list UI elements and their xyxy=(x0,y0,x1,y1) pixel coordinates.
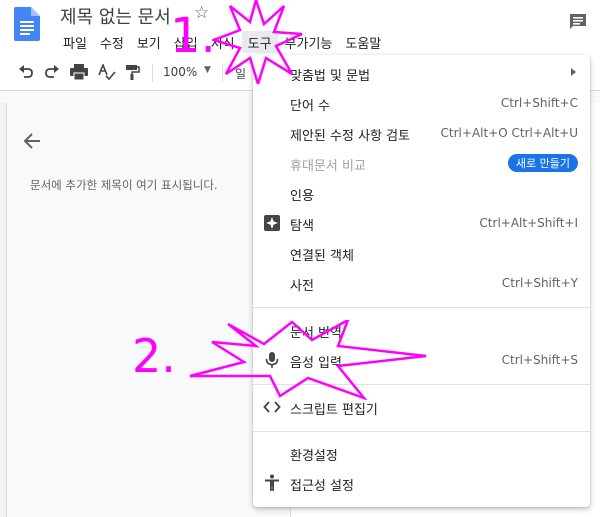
code-icon xyxy=(263,401,281,413)
document-title[interactable]: 제목 없는 문서 xyxy=(60,3,171,29)
menu-item-label: 단어 수 xyxy=(290,99,331,114)
menu-divider xyxy=(253,431,590,432)
google-docs-icon[interactable] xyxy=(14,7,40,41)
menu-item-label: 인용 xyxy=(290,189,314,204)
shortcut-text: Ctrl+Shift+Y xyxy=(501,276,578,290)
explore-icon xyxy=(264,215,280,231)
comment-icon[interactable] xyxy=(568,12,588,32)
menu-item-explore[interactable]: 탐색 Ctrl+Alt+Shift+I xyxy=(253,209,590,237)
accessibility-icon xyxy=(265,474,279,491)
submenu-arrow-icon xyxy=(571,68,576,76)
menu-item-review-suggestions[interactable]: 제안된 수정 사항 검토 Ctrl+Alt+O Ctrl+Alt+U xyxy=(253,119,590,147)
menu-item-label: 스크립트 편집기 xyxy=(290,403,378,418)
paint-format-icon[interactable] xyxy=(124,64,140,80)
menu-item-label: 탐색 xyxy=(290,219,314,234)
menu-item-label: 휴대문서 비교 xyxy=(290,159,366,174)
vertical-ruler xyxy=(0,103,7,517)
menu-item-label: 제안된 수정 사항 검토 xyxy=(290,129,411,144)
annotation-step-1: 1. xyxy=(170,8,216,64)
menu-item-compare-documents: 휴대문서 비교 새로 만들기 xyxy=(253,149,590,177)
document-outline-panel xyxy=(7,103,247,517)
tools-menu: 맞춤법 및 문법 단어 수 Ctrl+Shift+C 제안된 수정 사항 검토 … xyxy=(253,55,590,507)
toolbar-divider xyxy=(152,64,153,82)
spellcheck-icon[interactable] xyxy=(98,64,116,80)
menu-view[interactable]: 보기 xyxy=(131,31,167,53)
annotation-step-2: 2. xyxy=(132,329,176,383)
new-badge: 새로 만들기 xyxy=(507,154,578,172)
redo-icon[interactable] xyxy=(44,64,60,80)
outline-placeholder: 문서에 추가한 제목이 여기 표시됩니다. xyxy=(30,178,218,192)
menu-item-linked-objects[interactable]: 연결된 객체 xyxy=(253,239,590,267)
zoom-select[interactable]: 100% xyxy=(163,65,197,79)
menu-item-label: 접근성 설정 xyxy=(290,479,354,494)
back-arrow-icon[interactable] xyxy=(22,131,42,151)
menu-item-citations[interactable]: 인용 xyxy=(253,179,590,207)
menu-help[interactable]: 도움말 xyxy=(339,31,387,53)
shortcut-text: Ctrl+Alt+Shift+I xyxy=(479,216,578,230)
chevron-down-icon[interactable]: ▼ xyxy=(204,65,211,75)
menu-divider xyxy=(253,307,590,308)
annotation-burst-2 xyxy=(189,320,427,400)
menu-item-label: 사전 xyxy=(290,279,314,294)
menu-item-word-count[interactable]: 단어 수 Ctrl+Shift+C xyxy=(253,89,590,117)
menu-file[interactable]: 파일 xyxy=(57,31,93,53)
menu-item-accessibility-settings[interactable]: 접근성 설정 xyxy=(253,469,590,497)
undo-icon[interactable] xyxy=(18,64,34,80)
menu-item-label: 환경설정 xyxy=(290,449,338,464)
menu-item-label: 연결된 객체 xyxy=(290,249,354,264)
print-icon[interactable] xyxy=(70,64,88,80)
menu-edit[interactable]: 수정 xyxy=(94,31,130,53)
annotation-burst-1 xyxy=(212,0,303,84)
shortcut-text: Ctrl+Shift+S xyxy=(501,353,578,367)
menu-item-preferences[interactable]: 환경설정 xyxy=(253,439,590,467)
shortcut-text: Ctrl+Shift+C xyxy=(500,96,578,110)
shortcut-text: Ctrl+Alt+O Ctrl+Alt+U xyxy=(440,126,578,140)
menu-item-dictionary[interactable]: 사전 Ctrl+Shift+Y xyxy=(253,269,590,297)
